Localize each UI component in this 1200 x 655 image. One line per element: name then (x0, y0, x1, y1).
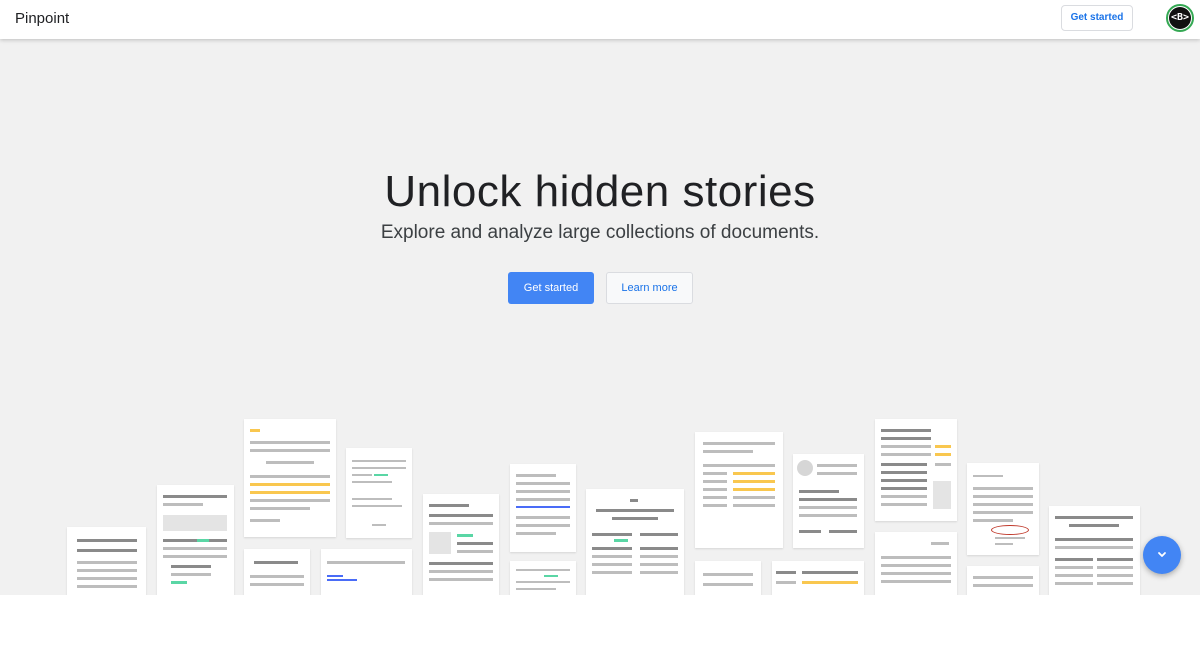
scroll-down-button[interactable] (1143, 536, 1181, 574)
learn-more-button[interactable]: Learn more (606, 272, 693, 304)
document-thumbnail (875, 419, 957, 521)
page-footer-area (0, 595, 1200, 655)
hero-title: Unlock hidden stories (384, 167, 816, 216)
header-get-started-button[interactable]: Get started (1061, 5, 1133, 31)
document-thumbnail (695, 432, 783, 548)
document-thumbnail (67, 527, 146, 595)
document-thumbnail (510, 561, 576, 595)
document-thumbnail (586, 489, 684, 595)
document-thumbnail (157, 485, 234, 595)
document-thumbnail (772, 561, 864, 595)
document-thumbnail (967, 463, 1039, 555)
document-thumbnail (793, 454, 864, 548)
hero-section: Unlock hidden stories Explore and analyz… (0, 39, 1200, 595)
document-thumbnail (321, 549, 412, 595)
document-thumbnail (695, 561, 761, 595)
document-illustration (0, 39, 1200, 595)
avatar-icon: <B> (1169, 7, 1191, 29)
chevron-down-icon (1158, 552, 1166, 557)
hero-get-started-button[interactable]: Get started (508, 272, 594, 304)
document-thumbnail (510, 464, 576, 552)
document-thumbnail (244, 419, 336, 537)
hero-subtitle: Explore and analyze large collections of… (380, 222, 820, 243)
document-thumbnail (1049, 506, 1140, 595)
document-thumbnail (967, 566, 1039, 595)
avatar[interactable]: <B> (1166, 4, 1194, 32)
document-thumbnail (423, 494, 499, 595)
document-thumbnail (875, 532, 957, 595)
document-thumbnail (346, 448, 412, 538)
document-thumbnail (244, 549, 310, 595)
top-app-bar: Pinpoint Get started <B> (0, 0, 1200, 39)
app-logo[interactable]: Pinpoint (15, 10, 69, 27)
